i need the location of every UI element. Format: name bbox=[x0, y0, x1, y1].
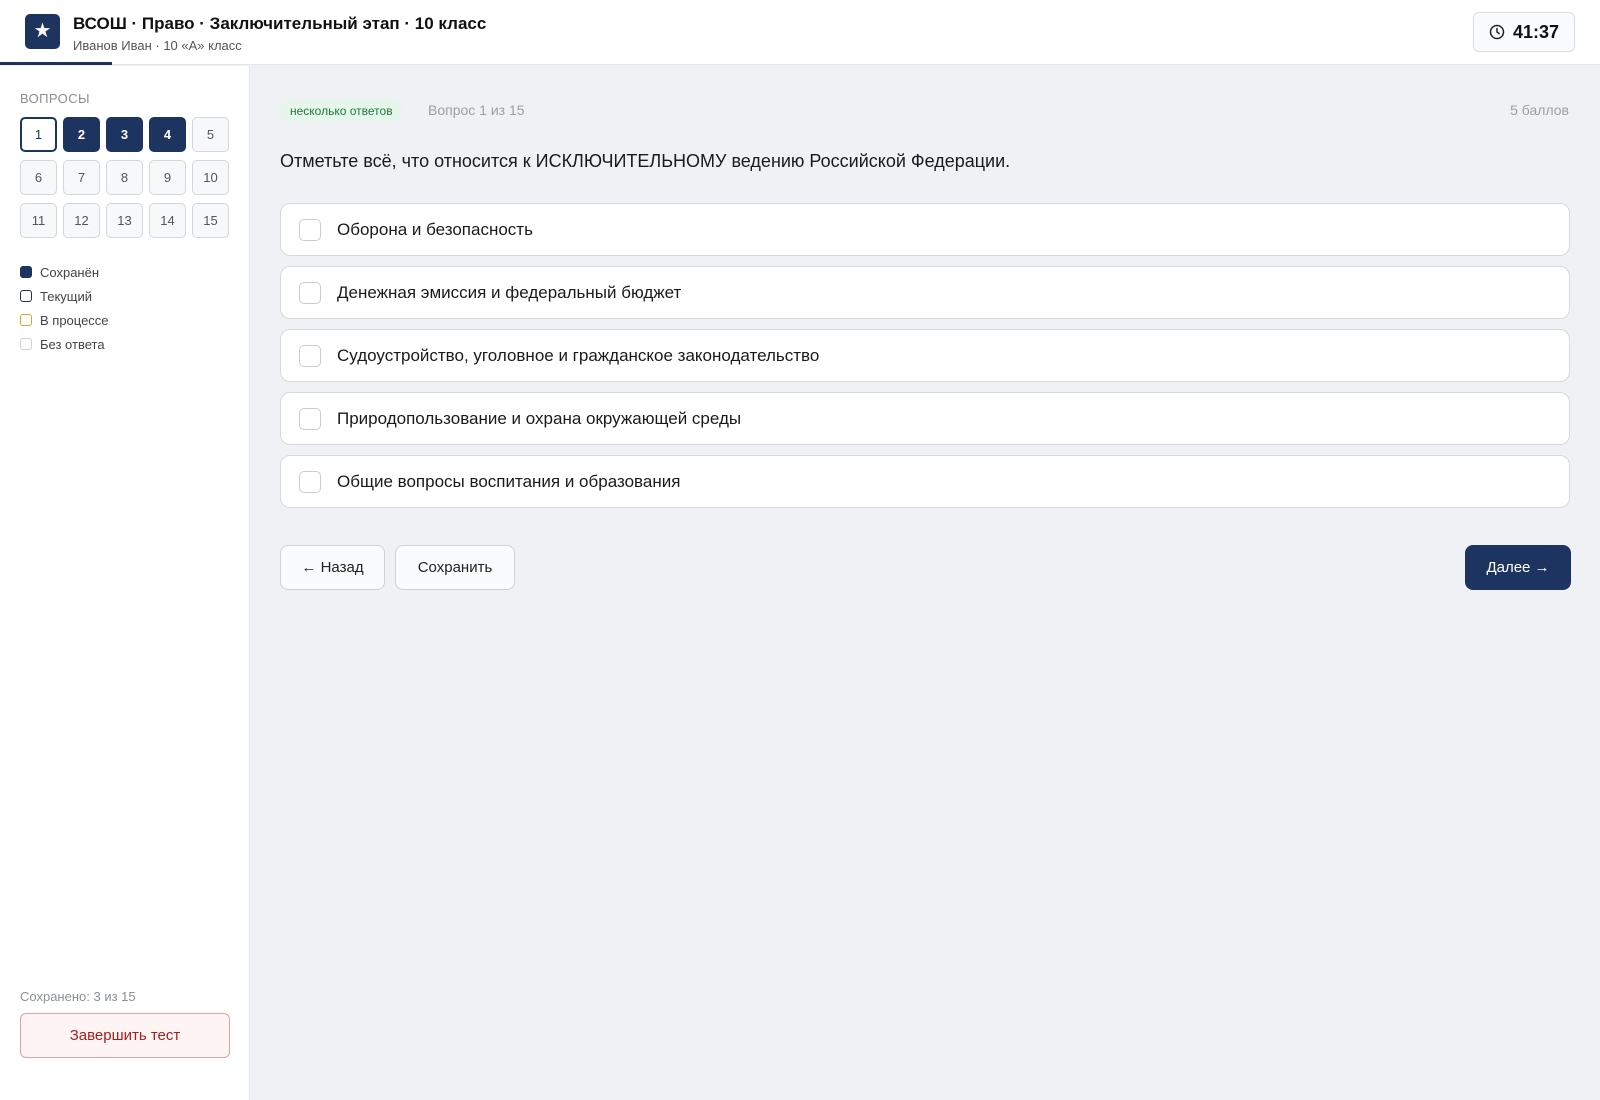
legend-saved: Сохранён bbox=[20, 260, 109, 284]
legend-unanswered-swatch bbox=[20, 338, 32, 350]
legend-current: Текущий bbox=[20, 284, 109, 308]
legend-saved-swatch bbox=[20, 266, 32, 278]
back-button[interactable]: ← Назад bbox=[280, 545, 385, 590]
answer-option-label: Природопользование и охрана окружающей с… bbox=[337, 408, 742, 428]
question-points: 5 баллов bbox=[1510, 102, 1569, 118]
answer-checkbox[interactable] bbox=[299, 407, 321, 430]
question-nav-button[interactable]: 15 bbox=[192, 203, 229, 238]
test-progress-bar bbox=[0, 62, 1600, 65]
question-nav-button[interactable]: 7 bbox=[63, 160, 100, 195]
test-title: ВСОШ · Право · Заключительный этап · 10 … bbox=[73, 14, 487, 33]
legend-current-swatch bbox=[20, 290, 32, 302]
question-counter: Вопрос 1 из 15 bbox=[428, 102, 525, 118]
legend-unanswered-label: Без ответа bbox=[40, 336, 105, 352]
question-text: Отметьте всё, что относится к ИСКЛЮЧИТЕЛ… bbox=[280, 151, 1011, 171]
test-progress-fill bbox=[0, 62, 112, 65]
status-legend: Сохранён Текущий В процессе Без ответа bbox=[20, 260, 109, 356]
answer-options: Оборона и безопасность Денежная эмиссия и… bbox=[280, 203, 1570, 518]
clock-icon bbox=[1489, 24, 1505, 40]
answer-option[interactable]: Денежная эмиссия и федеральный бюджет bbox=[280, 266, 1570, 319]
saved-count: Сохранено: 3 из 15 bbox=[20, 989, 136, 1004]
question-nav-button[interactable]: 9 bbox=[149, 160, 186, 195]
legend-saved-label: Сохранён bbox=[40, 264, 100, 280]
question-nav-button[interactable]: 2 bbox=[63, 117, 100, 152]
question-type-badge: несколько ответов bbox=[280, 99, 403, 122]
next-button[interactable]: Далее → bbox=[1465, 545, 1571, 590]
legend-in-progress: В процессе bbox=[20, 308, 109, 332]
sidebar-heading: Вопросы bbox=[20, 91, 90, 106]
star-logo-icon: ★ bbox=[25, 14, 60, 49]
finish-test-button[interactable]: Завершить тест bbox=[20, 1013, 230, 1058]
question-nav-button[interactable]: 4 bbox=[149, 117, 186, 152]
legend-in-progress-label: В процессе bbox=[40, 312, 109, 328]
answer-option[interactable]: Судоустройство, уголовное и гражданское … bbox=[280, 329, 1570, 382]
question-nav-button[interactable]: 10 bbox=[192, 160, 229, 195]
question-nav-button[interactable]: 5 bbox=[192, 117, 229, 152]
student-info: Иванов Иван · 10 «А» класс bbox=[73, 38, 242, 53]
question-nav-button[interactable]: 8 bbox=[106, 160, 143, 195]
answer-checkbox[interactable] bbox=[299, 281, 321, 304]
answer-checkbox[interactable] bbox=[299, 470, 321, 493]
save-button[interactable]: Сохранить bbox=[395, 545, 515, 590]
answer-option[interactable]: Общие вопросы воспитания и образования bbox=[280, 455, 1570, 508]
answer-option-label: Общие вопросы воспитания и образования bbox=[337, 471, 681, 491]
answer-option[interactable]: Природопользование и охрана окружающей с… bbox=[280, 392, 1570, 445]
answer-option[interactable]: Оборона и безопасность bbox=[280, 203, 1570, 256]
question-nav-button[interactable]: 1 bbox=[20, 117, 57, 152]
app-header: ★ ВСОШ · Право · Заключительный этап · 1… bbox=[0, 0, 1600, 65]
question-grid: 1 2 3 4 5 6 7 8 9 10 11 12 13 14 15 bbox=[20, 117, 230, 238]
question-nav-button[interactable]: 13 bbox=[106, 203, 143, 238]
question-nav-button[interactable]: 14 bbox=[149, 203, 186, 238]
question-sidebar: Вопросы 1 2 3 4 5 6 7 8 9 10 11 12 13 14 15 Сохранён Т… bbox=[0, 66, 250, 1100]
legend-unanswered: Без ответа bbox=[20, 332, 109, 356]
answer-option-label: Оборона и безопасность bbox=[337, 219, 533, 239]
question-nav-button[interactable]: 12 bbox=[63, 203, 100, 238]
answer-option-label: Судоустройство, уголовное и гражданское … bbox=[337, 345, 820, 365]
timer-value: 41:37 bbox=[1512, 21, 1560, 42]
question-nav-button[interactable]: 3 bbox=[106, 117, 143, 152]
legend-current-label: Текущий bbox=[40, 288, 92, 304]
question-nav-button[interactable]: 6 bbox=[20, 160, 57, 195]
timer: 41:37 bbox=[1473, 12, 1575, 52]
answer-checkbox[interactable] bbox=[299, 218, 321, 241]
question-nav-button[interactable]: 11 bbox=[20, 203, 57, 238]
legend-in-progress-swatch bbox=[20, 314, 32, 326]
answer-checkbox[interactable] bbox=[299, 344, 321, 367]
answer-option-label: Денежная эмиссия и федеральный бюджет bbox=[337, 282, 682, 302]
